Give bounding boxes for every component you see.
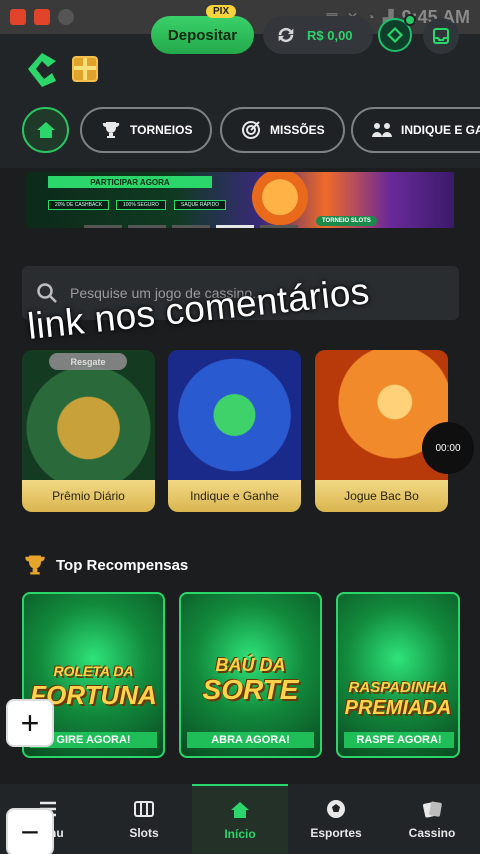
nav-slots-label: Slots [129, 826, 159, 840]
reward-title-line2: PREMIADA [344, 697, 452, 719]
carousel-dot[interactable] [128, 225, 166, 228]
section-title-label: Top Recompensas [56, 556, 189, 574]
nav-sports[interactable]: Esportes [288, 784, 384, 854]
record-icon [58, 9, 74, 25]
tiger-illustration [240, 172, 320, 228]
nav-casino[interactable]: Cassino [384, 784, 480, 854]
banner-cta[interactable]: PARTICIPAR AGORA [48, 176, 212, 188]
home-icon [231, 802, 249, 818]
tab-tournaments-label: TORNEIOS [130, 123, 193, 137]
trophy-icon [102, 122, 120, 138]
soccer-ball-icon [327, 800, 345, 818]
video-timer[interactable]: 00:00 [422, 422, 474, 474]
slots-icon [134, 801, 154, 817]
promo-label: Prêmio Diário [22, 480, 155, 512]
carousel-dot[interactable] [84, 225, 122, 228]
gift-icon[interactable] [72, 56, 98, 82]
nav-slots[interactable]: Slots [96, 784, 192, 854]
pix-badge: PIX [206, 5, 237, 18]
search-icon [37, 283, 57, 303]
promo-card-daily-prize[interactable]: Resgate Prêmio Diário [22, 350, 155, 512]
balance-pill[interactable]: R$ 0,00 [263, 16, 373, 54]
home-icon [36, 122, 55, 138]
category-nav: TORNEIOS MISSÕES INDIQUE E GA [0, 104, 480, 168]
tab-missions[interactable]: MISSÕES [220, 107, 345, 153]
reward-cta-button[interactable]: ABRA AGORA! [187, 732, 314, 748]
zoom-out-button[interactable]: − [6, 808, 54, 854]
banner-chip: SAQUE RÁPIDO [174, 200, 227, 210]
banner-tag: TORNEIO SLOTS [316, 216, 377, 226]
zoom-in-button[interactable]: + [6, 699, 54, 747]
tab-home[interactable] [22, 107, 69, 153]
banner-chip: 100% SEGURO [116, 200, 166, 210]
reward-cta-button[interactable]: RASPE AGORA! [344, 732, 454, 748]
cash-illustration [168, 350, 301, 480]
reward-card-scratch[interactable]: RASPADINHA PREMIADA RASPE AGORA! [336, 592, 460, 758]
refresh-icon[interactable] [275, 24, 297, 46]
banner-chip: 20% DE CASHBACK [48, 200, 110, 210]
grid-app-icon [34, 9, 50, 25]
carousel-dot[interactable] [172, 225, 210, 228]
brand-logo-icon[interactable] [20, 47, 64, 91]
reward-card-chest[interactable]: BAÚ DA SORTE ABRA AGORA! [179, 592, 322, 758]
tab-referral[interactable]: INDIQUE E GA [351, 107, 480, 153]
promo-card-referral[interactable]: Indique e Ganhe [168, 350, 301, 512]
trophy-icon [25, 555, 45, 575]
reward-title-line1: BAÚ DA [215, 655, 286, 675]
section-title: Top Recompensas [22, 552, 188, 578]
inbox-icon[interactable] [423, 18, 459, 54]
balance-value: R$ 0,00 [307, 27, 353, 43]
carousel-dot-active[interactable] [216, 225, 254, 228]
nav-sports-label: Esportes [310, 826, 362, 840]
tab-tournaments[interactable]: TORNEIOS [80, 107, 213, 153]
reward-title-line2: SORTE [202, 674, 299, 705]
nav-home[interactable]: Início [192, 784, 288, 854]
promo-banner[interactable]: PARTICIPAR AGORA 20% DE CASHBACK 100% SE… [26, 172, 454, 228]
redeem-badge: Resgate [49, 353, 127, 370]
deposit-button[interactable]: Depositar [151, 16, 254, 54]
cards-icon [423, 801, 442, 818]
camera-app-icon [10, 9, 26, 25]
carousel-indicator [84, 225, 298, 228]
bottom-nav: Menu Slots Início Esportes Cassino [0, 784, 480, 854]
nav-home-label: Início [224, 827, 256, 841]
nav-casino-label: Cassino [408, 826, 456, 840]
target-icon [242, 121, 260, 139]
promo-label: Indique e Ganhe [168, 480, 301, 512]
notification-dot [404, 14, 416, 26]
referral-icon [372, 123, 392, 137]
reward-title-line1: ROLETA DA [53, 663, 134, 679]
tab-referral-label: INDIQUE E GA [401, 123, 480, 137]
promo-label: Jogue Bac Bo [315, 480, 448, 512]
reward-title-line1: RASPADINHA [348, 679, 448, 696]
tab-missions-label: MISSÕES [270, 123, 325, 137]
carousel-dot[interactable] [260, 225, 298, 228]
